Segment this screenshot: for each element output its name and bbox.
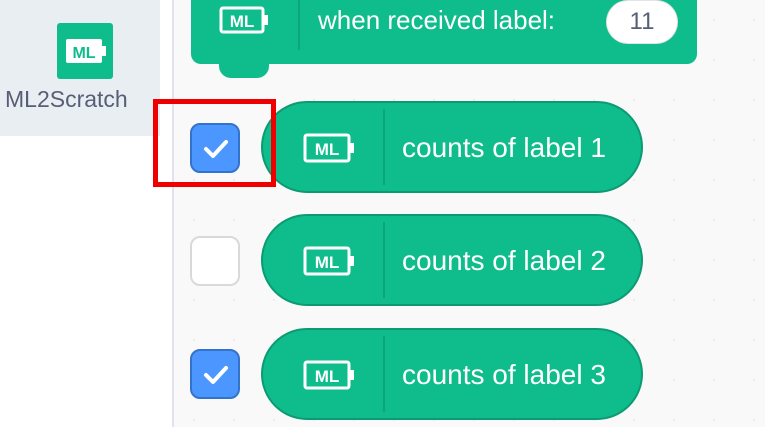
highlight-box [153, 99, 276, 187]
reporter-counts-of-label-3[interactable]: ML counts of label 3 [261, 328, 643, 420]
svg-text:ML: ML [315, 253, 340, 272]
category-label: ML2Scratch [5, 86, 128, 112]
ml-icon: ML [303, 360, 357, 390]
reporter-label: counts of label 3 [402, 359, 606, 390]
svg-text:ML: ML [315, 140, 340, 159]
svg-text:ML: ML [315, 367, 340, 386]
checkbox-label-3[interactable] [190, 349, 240, 399]
ml-icon: ML [57, 23, 113, 79]
category-column: ML ML2Scratch [0, 0, 172, 427]
reporter-label: counts of label 2 [402, 245, 606, 276]
ml-icon: ML [303, 246, 357, 276]
reporter-label: counts of label 1 [402, 132, 606, 163]
checkmark-icon [204, 366, 228, 384]
block-separator [298, 0, 300, 50]
block-separator [383, 222, 385, 298]
reporter-counts-of-label-2[interactable]: ML counts of label 2 [261, 214, 643, 306]
reporter-counts-of-label-1[interactable]: ML counts of label 1 [261, 101, 643, 193]
hat-block-notch [219, 58, 269, 78]
category-ml2scratch[interactable]: ML ML2Scratch [0, 0, 160, 136]
block-separator [383, 109, 385, 185]
svg-text:ML: ML [230, 12, 255, 31]
hat-block-text: when received label: [318, 5, 556, 35]
checkbox-label-2[interactable] [190, 236, 240, 286]
svg-text:ML: ML [72, 45, 95, 62]
label-number-input[interactable]: 11 [606, 0, 678, 44]
block-separator [383, 336, 385, 412]
ml-icon: ML [219, 6, 271, 34]
ml-icon: ML [303, 133, 357, 163]
